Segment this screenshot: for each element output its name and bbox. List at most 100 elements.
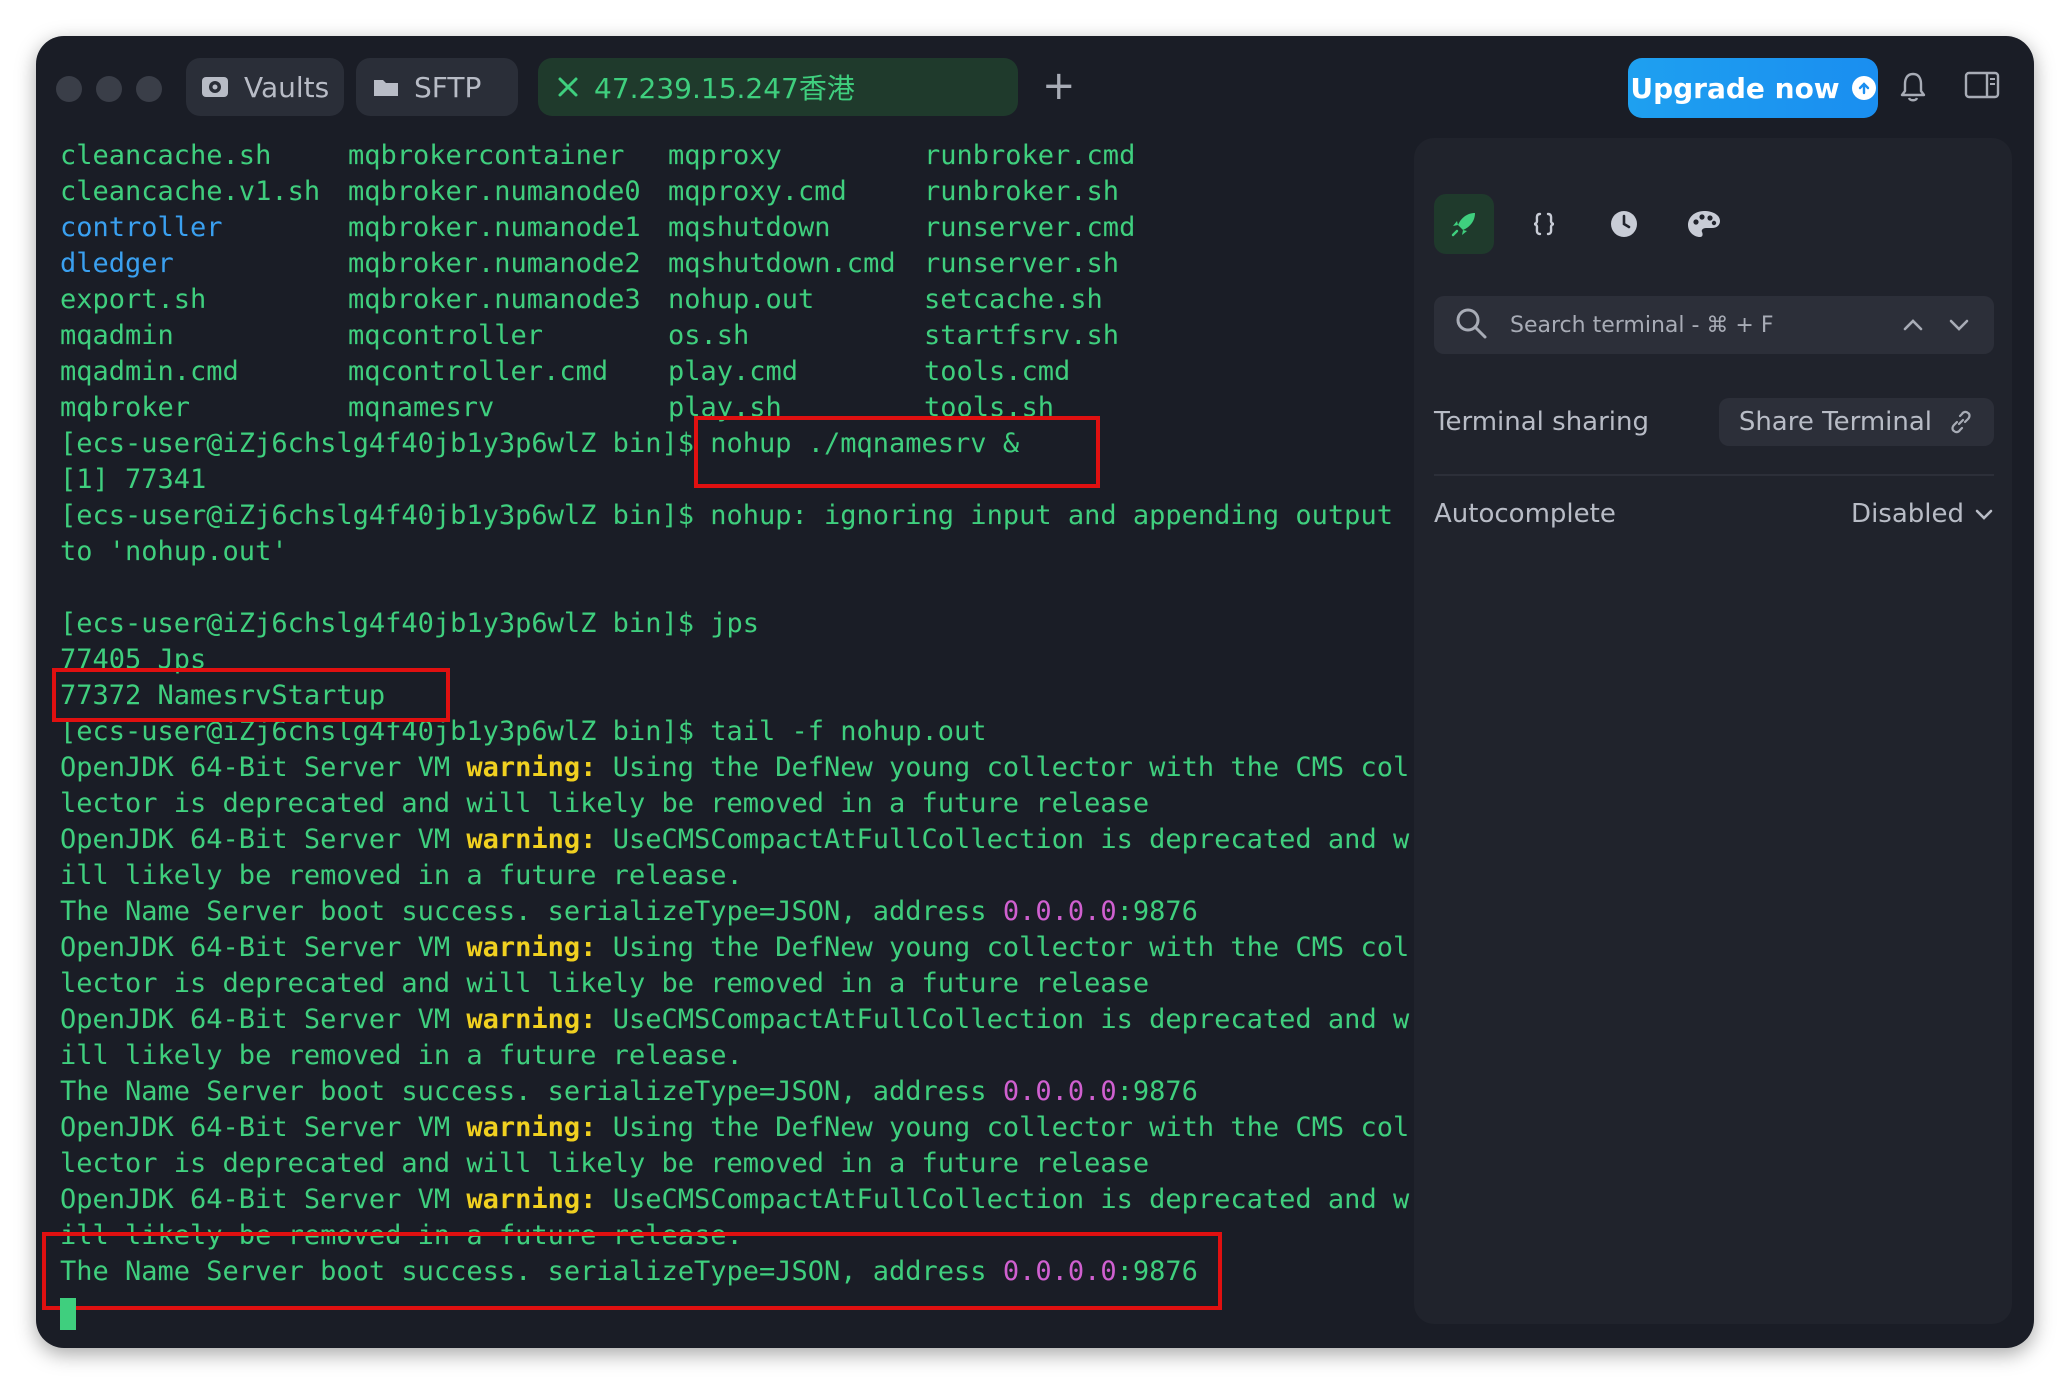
log-line: OpenJDK 64-Bit Server VM warning: UseCMS… (60, 822, 1409, 858)
address-port: :9876 (1116, 1076, 1198, 1107)
ls-entry: mqadmin.cmd (60, 356, 239, 387)
highlight-box-namesrv-process (52, 668, 450, 722)
log-line: ill likely be removed in a future releas… (60, 860, 743, 891)
ls-entry: os.sh (668, 320, 750, 351)
shell-prompt: [ecs-user@iZj6chslg4f40jb1y3p6wlZ bin]$ (60, 608, 694, 639)
chevron-down-icon[interactable] (1948, 318, 1970, 332)
log-line: The Name Server boot success. serializeT… (60, 1074, 1198, 1110)
link-icon (1948, 409, 1974, 435)
address-ip: 0.0.0.0 (1002, 1076, 1117, 1107)
tab-vaults-label: Vaults (244, 70, 330, 104)
log-text: OpenJDK 64-Bit Server VM (60, 752, 467, 783)
warning-label: warning: (466, 1184, 597, 1215)
ls-entry: mqbroker.numanode0 (348, 176, 641, 207)
window-zoom-button[interactable] (136, 76, 162, 102)
ls-entry: runbroker.sh (924, 176, 1120, 207)
ls-entry: runserver.sh (924, 248, 1120, 279)
terminal-sharing-label: Terminal sharing (1434, 407, 1649, 437)
ls-entry: startfsrv.sh (924, 320, 1120, 351)
log-text: OpenJDK 64-Bit Server VM (60, 1112, 467, 1143)
ls-entry: mqcontroller.cmd (348, 356, 609, 387)
terminal-output[interactable]: cleancache.sh cleancache.v1.sh controlle… (42, 138, 1450, 1338)
log-text: UseCMSCompactAtFullCollection is depreca… (596, 1184, 1410, 1215)
window-close-button[interactable] (56, 76, 82, 102)
ls-entry: runserver.cmd (924, 212, 1136, 243)
log-line: OpenJDK 64-Bit Server VM warning: Using … (60, 930, 1409, 966)
log-line: OpenJDK 64-Bit Server VM warning: UseCMS… (60, 1182, 1409, 1218)
tab-host-label: 47.239.15.247香港 (594, 72, 855, 105)
ls-entry-directory: controller (60, 212, 223, 243)
history-icon[interactable] (1594, 194, 1654, 254)
autocomplete-dropdown[interactable]: Disabled (1851, 499, 1994, 529)
shell-prompt: [ecs-user@iZj6chslg4f40jb1y3p6wlZ bin]$ (60, 500, 694, 531)
share-terminal-button[interactable]: Share Terminal (1718, 398, 1994, 446)
ls-entry: mqnamesrv (348, 392, 495, 423)
app-window: Vaults SFTP 47.239.15.247香港 + Upgrade no… (36, 36, 2034, 1348)
ls-entry: mqshutdown.cmd (668, 248, 896, 279)
address-ip: 0.0.0.0 (1002, 896, 1117, 927)
ls-entry: cleancache.v1.sh (60, 176, 321, 207)
search-placeholder: Search terminal - ⌘ + F (1510, 312, 1774, 338)
log-line: The Name Server boot success. serializeT… (60, 894, 1198, 930)
search-terminal-field[interactable]: Search terminal - ⌘ + F (1434, 296, 1994, 354)
warning-label: warning: (466, 752, 597, 783)
arrow-up-icon (1851, 76, 1876, 100)
log-line: ill likely be removed in a future releas… (60, 1040, 743, 1071)
ls-entry: export.sh (60, 284, 207, 315)
folder-icon (372, 75, 400, 99)
close-icon[interactable] (556, 75, 580, 99)
log-text: The Name Server boot success. serializeT… (60, 896, 1003, 927)
tab-sftp[interactable]: SFTP (356, 58, 518, 116)
upgrade-button[interactable]: Upgrade now (1628, 58, 1878, 118)
terminal-line: [ecs-user@iZj6chslg4f40jb1y3p6wlZ bin]$ … (60, 606, 759, 642)
upgrade-button-label: Upgrade now (1630, 71, 1840, 105)
autocomplete-row: Autocomplete Disabled (1434, 484, 1994, 544)
log-text: Using the DefNew young collector with th… (596, 932, 1410, 963)
ls-entry: mqadmin (60, 320, 174, 351)
ls-entry: mqbroker.numanode3 (348, 284, 641, 315)
chevron-up-icon[interactable] (1902, 318, 1924, 332)
command-text: jps (693, 608, 759, 639)
ls-entry: play.cmd (668, 356, 799, 387)
log-line: lector is deprecated and will likely be … (60, 968, 1150, 999)
log-line: lector is deprecated and will likely be … (60, 788, 1150, 819)
autocomplete-label: Autocomplete (1434, 499, 1616, 529)
command-text: tail -f nohup.out (693, 716, 987, 747)
log-line: OpenJDK 64-Bit Server VM warning: Using … (60, 750, 1409, 786)
ls-entry: setcache.sh (924, 284, 1103, 315)
warning-label: warning: (466, 1004, 597, 1035)
palette-icon[interactable] (1674, 194, 1734, 254)
terminal-cursor (60, 1298, 76, 1330)
warning-label: warning: (466, 824, 597, 855)
ls-entry: mqbroker.numanode2 (348, 248, 641, 279)
share-terminal-label: Share Terminal (1738, 407, 1932, 437)
log-text: UseCMSCompactAtFullCollection is depreca… (596, 824, 1410, 855)
terminal-line: [1] 77341 (60, 464, 207, 495)
new-tab-button[interactable]: + (1042, 66, 1076, 106)
log-text: OpenJDK 64-Bit Server VM (60, 824, 467, 855)
log-text: UseCMSCompactAtFullCollection is depreca… (596, 1004, 1410, 1035)
ls-entry: mqproxy.cmd (668, 176, 847, 207)
address-port: :9876 (1116, 896, 1198, 927)
search-icon (1454, 306, 1488, 344)
vault-icon (200, 74, 230, 100)
log-text: OpenJDK 64-Bit Server VM (60, 1184, 467, 1215)
braces-icon[interactable] (1514, 194, 1574, 254)
log-text: Using the DefNew young collector with th… (596, 1112, 1410, 1143)
output-text: nohup: ignoring input and appending outp… (693, 500, 1393, 531)
warning-label: warning: (466, 1112, 597, 1143)
rocket-icon[interactable] (1434, 194, 1494, 254)
ls-entry: cleancache.sh (60, 140, 272, 171)
ls-entry: nohup.out (668, 284, 815, 315)
terminal-line: to 'nohup.out' (60, 536, 288, 567)
log-line: OpenJDK 64-Bit Server VM warning: Using … (60, 1110, 1409, 1146)
ls-entry: mqproxy (668, 140, 782, 171)
divider (1434, 474, 1994, 476)
tab-vaults[interactable]: Vaults (186, 58, 344, 116)
ls-entry: runbroker.cmd (924, 140, 1136, 171)
highlight-box-nohup-command (694, 416, 1100, 488)
tab-host[interactable]: 47.239.15.247香港 (538, 58, 1018, 116)
sidebar-toggle-icon[interactable] (1964, 70, 2000, 100)
bell-icon[interactable] (1898, 70, 1928, 104)
window-minimize-button[interactable] (96, 76, 122, 102)
